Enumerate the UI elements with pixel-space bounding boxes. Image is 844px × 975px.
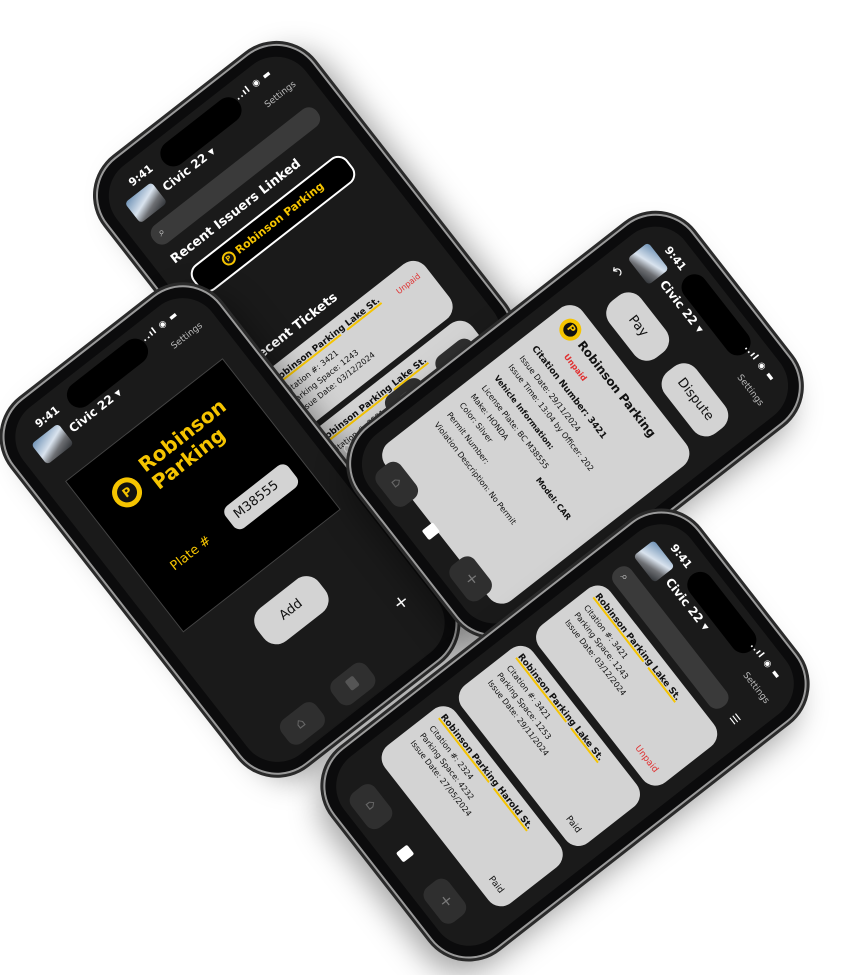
ticket-status: Unpaid xyxy=(394,271,423,297)
tab-home[interactable]: ⌂ xyxy=(345,780,397,834)
add-button[interactable]: Add xyxy=(247,569,336,651)
plus-icon: + xyxy=(434,889,459,912)
search-icon: ⌕ xyxy=(617,570,632,584)
issuer-name: Robinson Parking xyxy=(232,179,327,257)
plate-label: Plate # xyxy=(167,532,215,575)
home-icon: ⌂ xyxy=(361,796,380,814)
tickets-icon[interactable] xyxy=(395,844,415,863)
back-arrow-icon[interactable]: ↶ xyxy=(606,263,626,282)
search-icon: ⌕ xyxy=(154,224,168,239)
tab-add[interactable]: + xyxy=(419,874,471,928)
plate-input[interactable]: M38555 xyxy=(221,461,302,533)
plus-icon[interactable]: + xyxy=(389,589,414,615)
tickets-icon xyxy=(344,675,360,692)
ticket-status: Paid xyxy=(486,874,506,896)
robinson-logo-icon: P xyxy=(106,471,149,514)
tab-home[interactable]: ⌂ xyxy=(275,698,329,749)
home-icon: ⌂ xyxy=(387,474,406,491)
home-icon: ⌂ xyxy=(292,714,310,733)
ticket-status: Paid xyxy=(563,814,583,836)
filter-icon[interactable]: ☰ xyxy=(727,711,743,727)
ticket-status: Unpaid xyxy=(632,743,660,775)
plus-icon: + xyxy=(460,567,484,590)
vehicle-model: Model: CAR xyxy=(533,475,573,522)
tab-tickets[interactable] xyxy=(326,658,380,710)
plate-input-value: M38555 xyxy=(231,477,282,522)
issuer-logo-icon: P xyxy=(218,248,239,269)
